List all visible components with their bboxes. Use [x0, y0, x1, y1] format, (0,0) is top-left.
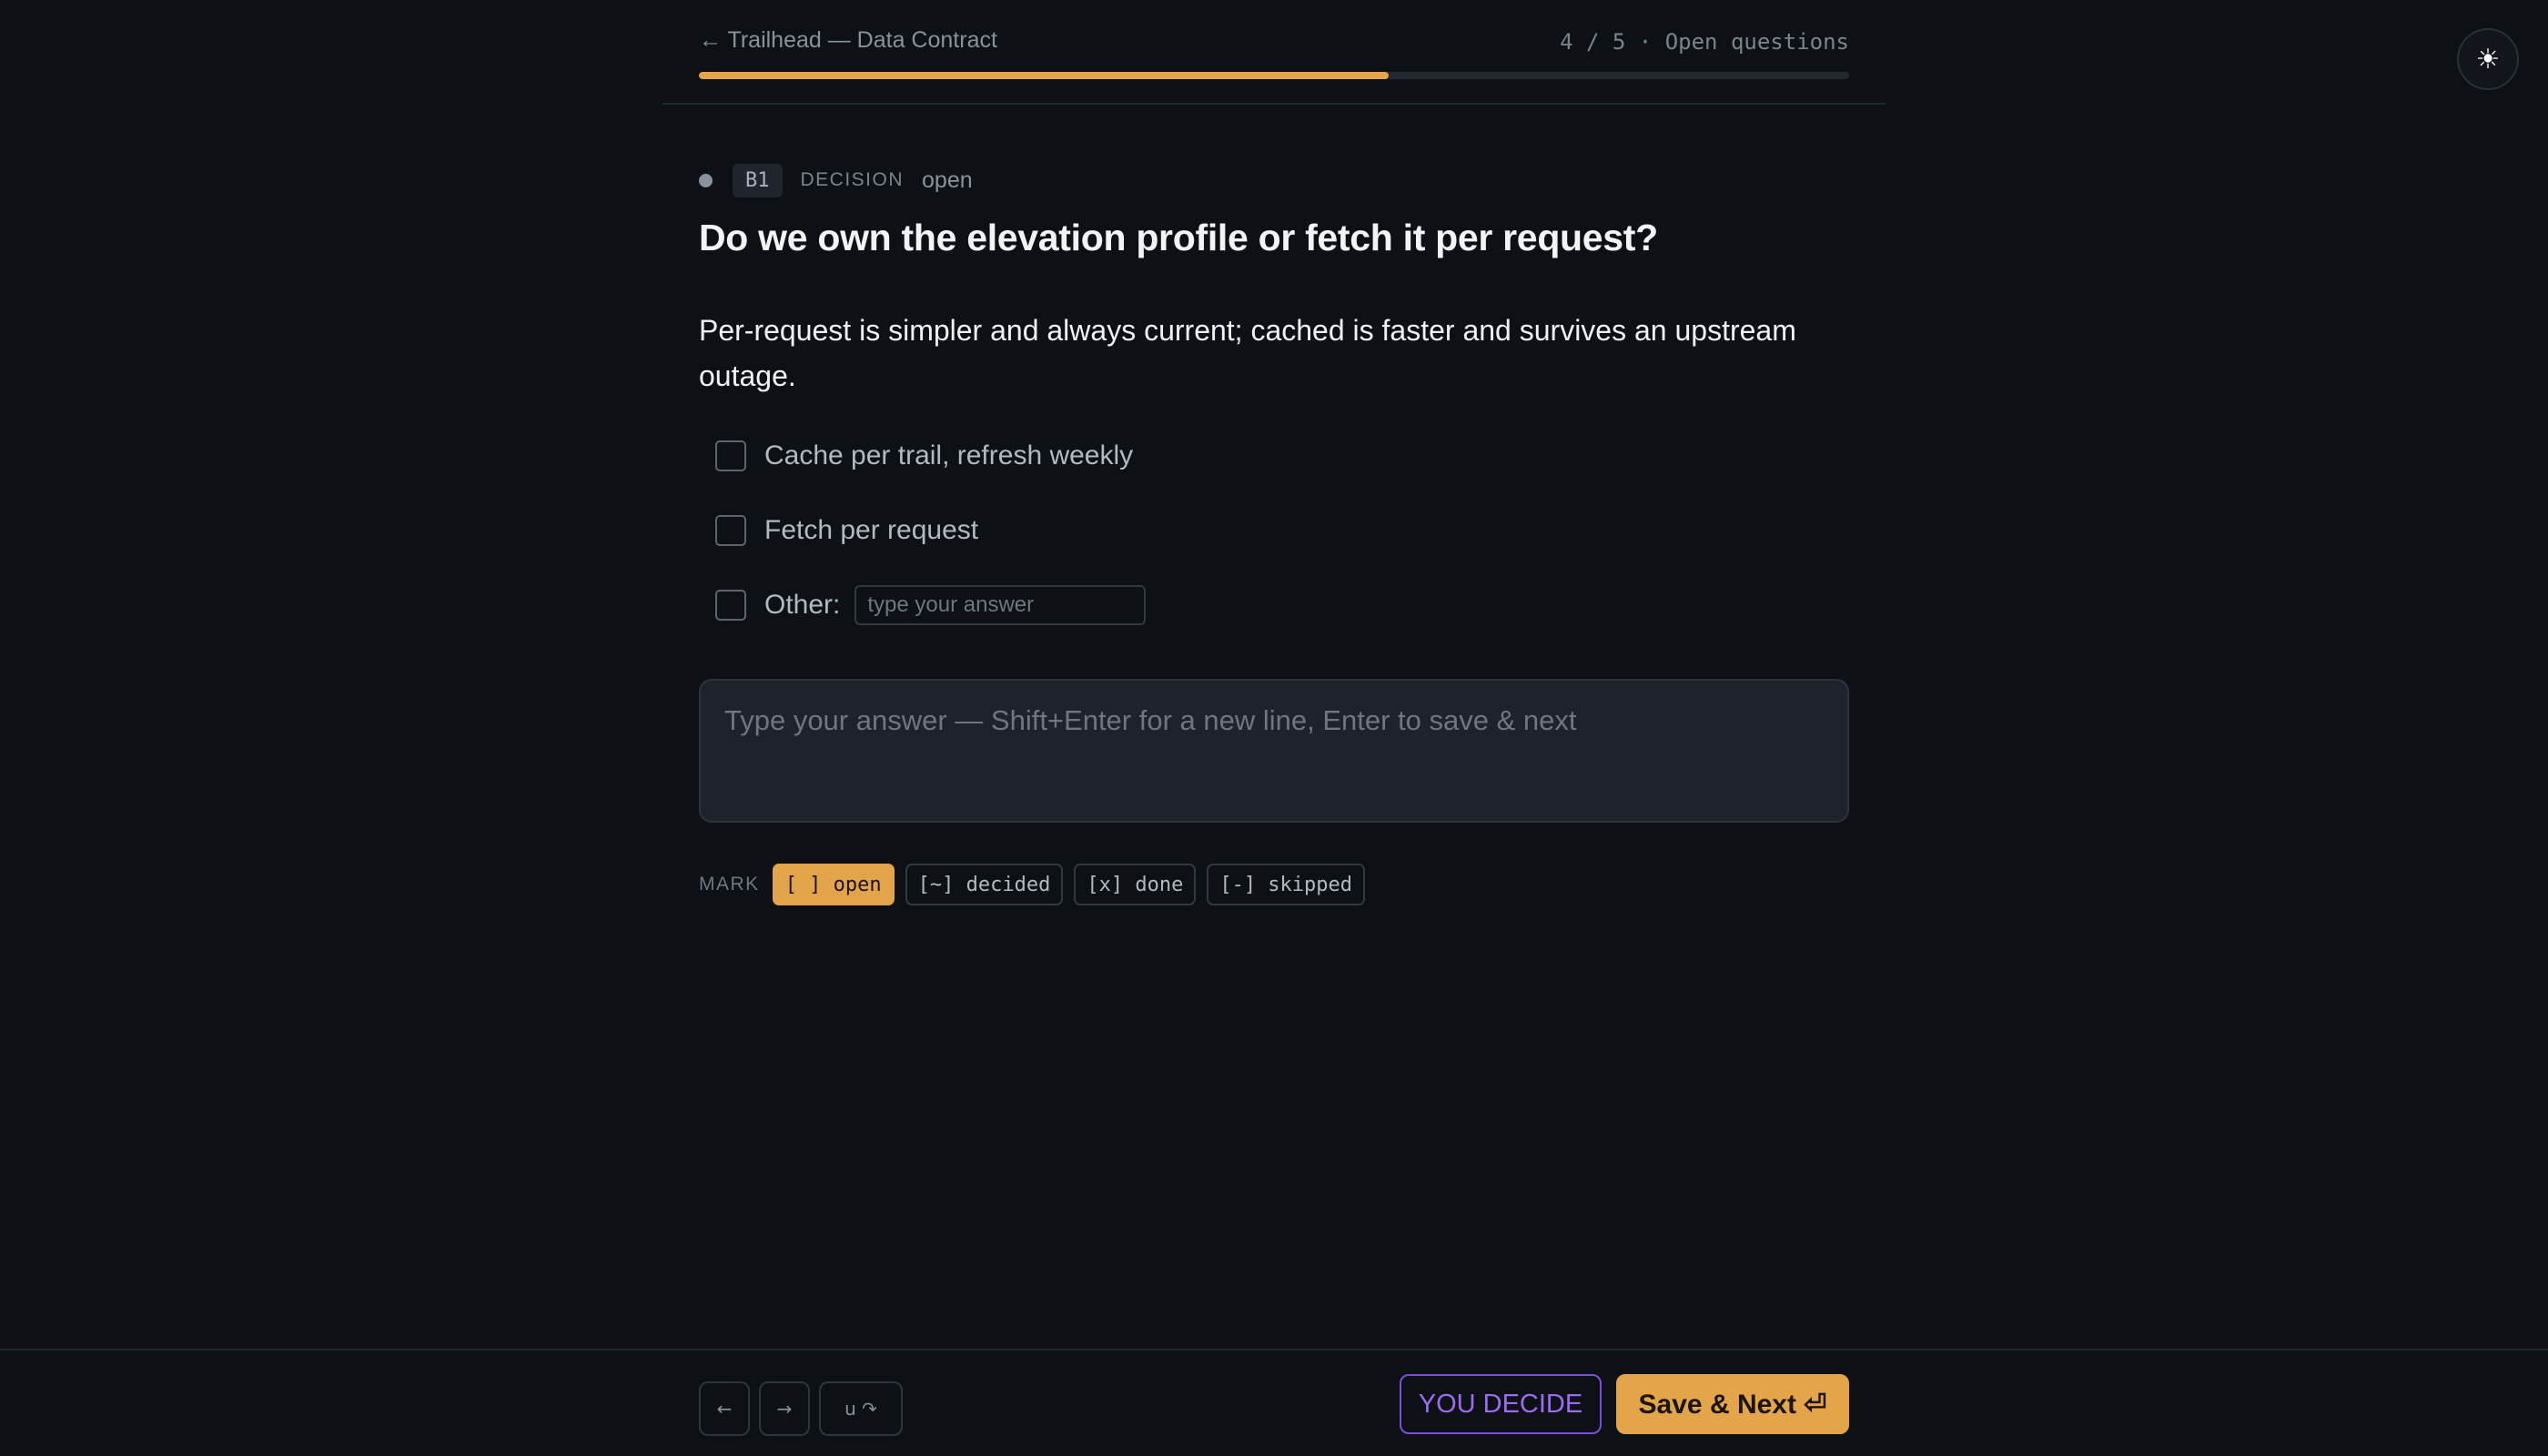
question-kind: DECISION — [800, 169, 905, 190]
option-other[interactable]: Other: — [715, 581, 1147, 630]
progress-bar-fill — [699, 72, 1390, 79]
option-checkbox[interactable] — [715, 590, 746, 621]
question-state: open — [922, 167, 973, 193]
previous-button[interactable]: ← — [699, 1381, 750, 1436]
option-label: Other: — [764, 590, 841, 620]
page: ← Trailhead — Data Contract 4 / 5 · Open… — [0, 0, 2548, 1456]
option-label: Cache per trail, refresh weekly — [764, 440, 1134, 470]
mark-label: MARK — [699, 874, 760, 895]
option-checkbox[interactable] — [715, 440, 746, 471]
back-link[interactable]: ← Trailhead — Data Contract — [699, 27, 997, 54]
question-meta: B1 DECISION open — [699, 162, 1849, 198]
option-cache-per-trail[interactable]: Cache per trail, refresh weekly — [715, 431, 1146, 480]
mark-done-button[interactable]: [x] done — [1074, 864, 1197, 905]
save-next-button[interactable]: Save & Next ⏎ — [1616, 1374, 1849, 1434]
mark-open-button[interactable]: [ ] open — [772, 864, 895, 905]
next-button[interactable]: → — [759, 1381, 810, 1436]
progress-bar — [699, 72, 1849, 79]
option-fetch-per-request[interactable]: Fetch per request — [715, 506, 1146, 555]
undo-redo-icon: u ↷ — [844, 1398, 877, 1420]
progress-label: 4 / 5 · Open questions — [1560, 29, 1849, 55]
mark-row: MARK [ ] open [~] decided [x] done [-] s… — [699, 864, 1376, 905]
question-description: Per-request is simpler and always curren… — [699, 314, 1796, 392]
you-decide-button[interactable]: YOU DECIDE — [1400, 1374, 1602, 1434]
mark-skipped-button[interactable]: [-] skipped — [1207, 864, 1366, 905]
sun-icon: ☀ — [2475, 44, 2501, 75]
arrow-left-icon: ← — [716, 1398, 733, 1420]
question-panel: B1 DECISION open Do we own the elevation… — [699, 162, 1849, 905]
theme-toggle-button[interactable]: ☀ — [2457, 28, 2519, 90]
option-list: Cache per trail, refresh weekly Fetch pe… — [715, 431, 1147, 655]
header: ← Trailhead — Data Contract 4 / 5 · Open… — [662, 0, 1886, 105]
option-label: Fetch per request — [764, 515, 979, 545]
question-title: Do we own the elevation profile or fetch… — [699, 217, 1658, 258]
answer-textarea[interactable] — [699, 679, 1849, 823]
undo-redo-button[interactable]: u ↷ — [819, 1381, 903, 1436]
footer: ← → u ↷ YOU DECIDE Save & Next ⏎ — [0, 1349, 2548, 1456]
mark-decided-button[interactable]: [~] decided — [905, 864, 1064, 905]
status-dot — [699, 173, 713, 187]
arrow-right-icon: → — [776, 1398, 793, 1420]
question-id-badge: B1 — [733, 163, 783, 197]
other-answer-input[interactable] — [854, 585, 1147, 625]
option-checkbox[interactable] — [715, 515, 746, 546]
